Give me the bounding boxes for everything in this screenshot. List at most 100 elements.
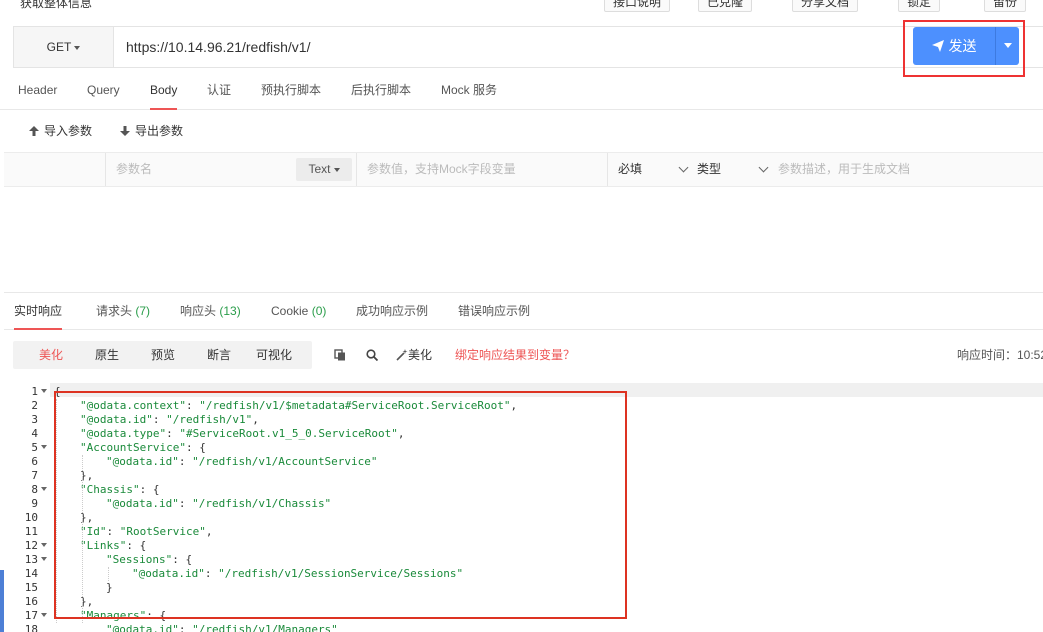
code-line: 11 "Id": "RootService",: [0, 525, 1043, 539]
code-text: "@odata.id": "/redfish/v1/Chassis": [106, 497, 332, 510]
url-input[interactable]: [114, 27, 894, 67]
line-number: 5: [31, 441, 38, 454]
tab-pre-script[interactable]: 预执行脚本: [261, 70, 321, 110]
line-number: 8: [31, 483, 38, 496]
method-select[interactable]: GET: [14, 27, 114, 67]
response-tabs: 实时响应 请求头 (7) 响应头 (13) Cookie (0) 成功响应示例 …: [4, 292, 1043, 330]
send-dropdown-button[interactable]: [995, 27, 1019, 65]
method-label: GET: [46, 40, 72, 54]
caret-down-icon: [1004, 43, 1012, 48]
line-number: 7: [31, 469, 38, 482]
code-line: 3 "@odata.id": "/redfish/v1",: [0, 413, 1043, 427]
lock-button[interactable]: 锁定: [898, 0, 941, 12]
line-number: 16: [24, 595, 38, 608]
view-pretty[interactable]: 美化: [39, 341, 63, 369]
code-text: "Links": {: [80, 539, 147, 552]
arrow-down-icon: [120, 126, 130, 136]
line-number: 9: [31, 497, 38, 510]
response-editor[interactable]: 1{2 "@odata.context": "/redfish/v1/$metad…: [0, 383, 1043, 632]
line-number: 13: [24, 553, 38, 566]
view-raw[interactable]: 原生: [95, 341, 119, 369]
left-accent-bar: [0, 570, 4, 632]
page-title: 获取整体信息: [20, 0, 93, 10]
copy-icon: [334, 349, 345, 361]
url-bar: GET: [13, 26, 1043, 68]
tab-auth[interactable]: 认证: [207, 70, 231, 110]
code-text: "Managers": {: [80, 609, 167, 622]
line-number: 4: [31, 427, 38, 440]
code-line: 17 "Managers": {: [0, 609, 1043, 623]
view-assert[interactable]: 断言: [207, 341, 231, 369]
line-number: 10: [24, 511, 38, 524]
tab-mock[interactable]: Mock 服务: [441, 70, 497, 110]
send-label: 发送: [948, 38, 977, 54]
param-name-input[interactable]: 参数名: [105, 153, 152, 186]
code-line: 5 "AccountService": {: [0, 441, 1043, 455]
line-number: 6: [31, 455, 38, 468]
response-time: 响应时间：10:52: [957, 348, 1043, 362]
fold-toggle-icon[interactable]: [41, 557, 47, 561]
code-text: "Id": "RootService",: [80, 525, 213, 538]
tab-header[interactable]: Header: [18, 70, 57, 110]
copy-button[interactable]: [334, 341, 346, 369]
paper-plane-icon: [931, 40, 944, 52]
param-value-input[interactable]: 参数值，支持Mock字段变量: [356, 153, 516, 186]
search-button[interactable]: [366, 341, 379, 369]
tab-query[interactable]: Query: [87, 70, 120, 110]
tab-live-response[interactable]: 实时响应: [14, 293, 63, 330]
api-doc-button[interactable]: 接口说明: [604, 0, 671, 12]
tab-response-headers[interactable]: 响应头 (13): [180, 293, 241, 330]
view-visualize[interactable]: 可视化: [256, 341, 292, 369]
line-number: 3: [31, 413, 38, 426]
save-copy-button[interactable]: 留份: [984, 0, 1027, 12]
chevron-down-icon: [333, 167, 340, 172]
share-doc-button[interactable]: 分享文档: [792, 0, 859, 12]
indent-guide: [56, 399, 57, 623]
tab-body[interactable]: Body: [150, 70, 178, 110]
chevron-down-icon: [74, 45, 81, 50]
code-line: 7},: [0, 469, 1043, 483]
request-tabs: Header Query Body 认证 预执行脚本 后执行脚本 Mock 服务: [0, 70, 1043, 110]
required-select[interactable]: 必填: [607, 153, 642, 186]
line-number: 12: [24, 539, 38, 552]
kind-select[interactable]: 类型: [686, 153, 721, 186]
arrow-up-icon: [29, 126, 39, 136]
indent-guide: [108, 567, 109, 581]
param-type-select[interactable]: Text: [296, 158, 352, 181]
code-text: "AccountService": {: [80, 441, 206, 454]
cloned-button[interactable]: 已克隆: [698, 0, 753, 12]
code-line: 14 "@odata.id": "/redfish/v1/SessionServi…: [0, 567, 1043, 581]
tab-error-example[interactable]: 错误响应示例: [458, 293, 530, 330]
indent-guide: [82, 455, 83, 623]
code-line: 13 "Sessions": {: [0, 553, 1043, 567]
fold-toggle-icon[interactable]: [41, 613, 47, 617]
code-text: "Sessions": {: [106, 553, 193, 566]
tab-success-example[interactable]: 成功响应示例: [356, 293, 428, 330]
export-params-button[interactable]: 导出参数: [120, 110, 183, 152]
fold-toggle-icon[interactable]: [41, 445, 47, 449]
search-icon: [366, 349, 379, 362]
import-params-button[interactable]: 导入参数: [29, 110, 92, 152]
fold-toggle-icon[interactable]: [41, 487, 47, 491]
param-desc-input[interactable]: 参数描述，用于生成文档: [767, 153, 910, 186]
code-line: 15}: [0, 581, 1043, 595]
code-line: 2 "@odata.context": "/redfish/v1/$metadat…: [0, 399, 1043, 413]
import-export-bar: 导入参数 导出参数: [0, 110, 1043, 152]
param-row: 参数名 Text 参数值，支持Mock字段变量 必填 类型 参数描述，用于生成文…: [4, 152, 1043, 187]
line-number: 17: [24, 609, 38, 622]
line-number: 14: [24, 567, 38, 580]
fold-toggle-icon[interactable]: [41, 389, 47, 393]
tab-cookie[interactable]: Cookie (0): [271, 293, 326, 330]
view-preview[interactable]: 预览: [151, 341, 175, 369]
code-line: 1{: [0, 385, 1043, 399]
code-line: 9 "@odata.id": "/redfish/v1/Chassis": [0, 497, 1043, 511]
send-button[interactable]: 发送: [913, 27, 995, 65]
magic-wand-icon: [396, 349, 408, 361]
fold-toggle-icon[interactable]: [41, 543, 47, 547]
tab-post-script[interactable]: 后执行脚本: [351, 70, 411, 110]
top-strip: 获取整体信息 接口说明 已克隆 分享文档 锁定 留份: [0, 0, 1043, 14]
code-line: 10},: [0, 511, 1043, 525]
bind-response-link[interactable]: 绑定响应结果到变量？: [455, 341, 575, 369]
beautify-button[interactable]: 美化: [396, 341, 432, 369]
tab-request-headers[interactable]: 请求头 (7): [96, 293, 150, 330]
